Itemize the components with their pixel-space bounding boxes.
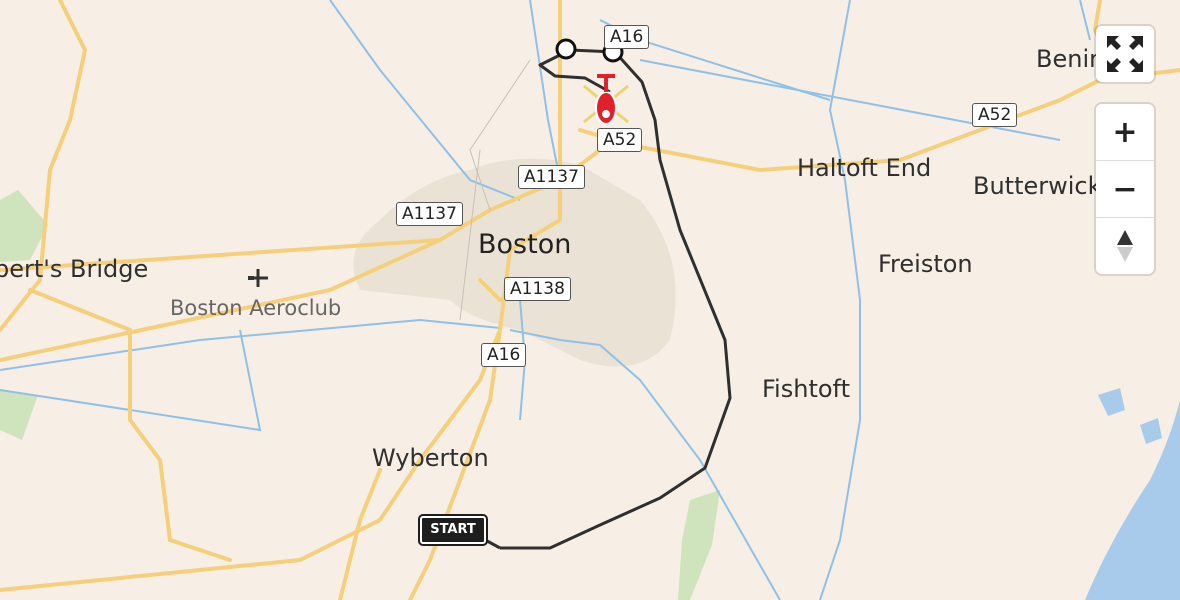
road-west-south [28,288,232,562]
green-patch [678,490,720,600]
road-shield-a52: A52 [972,103,1018,127]
compass-icon [1117,230,1133,262]
place-label-butterwick: Butterwick [973,172,1102,200]
road-shield-a52: A52 [597,128,643,152]
fullscreen-icon [1107,36,1143,72]
fullscreen-button[interactable] [1096,26,1154,82]
zoom-controls: + − [1096,104,1154,274]
urban-area [353,158,676,367]
drain [639,59,1061,141]
airport-icon [248,269,268,287]
fullscreen-control [1096,26,1154,82]
road-shield-a16: A16 [481,343,527,367]
place-label-boston: Boston [478,229,572,260]
zoom-out-button[interactable]: − [1096,160,1154,217]
waypoint-marker [555,38,577,60]
sea-inlet [1098,388,1125,416]
sea [1085,400,1180,600]
place-label-bridge: bert's Bridge [0,255,149,283]
drain [819,0,861,600]
route-start-label: START [418,514,488,546]
river [509,329,781,600]
minus-icon: − [1112,171,1138,207]
place-label-fishtoft: Fishtoft [762,375,850,403]
map-view[interactable]: Boston Wyberton Fishtoft Freiston Haltof… [0,0,1180,600]
poi-label-aeroclub: Boston Aeroclub [170,296,342,320]
zoom-in-button[interactable]: + [1096,104,1154,160]
road-shield-a1137: A1137 [396,202,463,226]
road-shield-a1138: A1138 [504,277,571,301]
road-shield-a1137: A1137 [518,165,585,189]
drain [1079,0,1091,41]
road-shield-a16: A16 [604,25,650,49]
place-label-freiston: Freiston [878,250,973,278]
plus-icon: + [1112,114,1138,150]
place-label-benington: Benin [1036,45,1105,73]
place-label-wyberton: Wyberton [372,444,489,472]
reset-bearing-button[interactable] [1096,217,1154,274]
drain [529,0,561,181]
sea-inlet [1140,418,1162,444]
green-patch [0,390,38,440]
place-label-haltoft-end: Haltoft End [797,154,932,182]
